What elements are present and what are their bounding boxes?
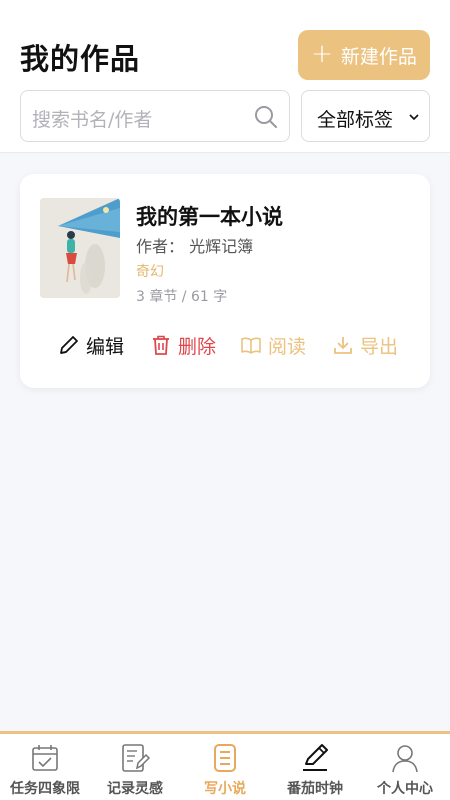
trash-icon	[153, 335, 169, 355]
pencil-icon	[60, 336, 78, 354]
book-stats: 3 章节 / 61 字	[136, 289, 228, 305]
tab-label: 个人中心	[377, 781, 433, 797]
search-icon[interactable]	[253, 104, 279, 130]
book-card[interactable]: 我的第一本小说 作者： 光辉记簿 奇幻 3 章节 / 61 字 编辑 删除 阅读…	[20, 174, 430, 388]
tab-write-novel[interactable]: 写小说	[180, 734, 270, 800]
tab-personal-center[interactable]: 个人中心	[360, 734, 450, 800]
read-button[interactable]: 阅读	[240, 330, 306, 360]
tab-label: 记录灵感	[107, 781, 163, 797]
tab-pomodoro[interactable]: 番茄时钟	[270, 734, 360, 800]
page-header: 我的作品 + 新建作品 搜索书名/作者 全部标签	[0, 0, 450, 153]
tab-task-quadrant[interactable]: 任务四象限	[0, 734, 90, 800]
genre-tag: 奇幻	[136, 264, 164, 280]
pencil-icon	[303, 744, 328, 771]
edit-button[interactable]: 编辑	[58, 330, 124, 360]
export-button[interactable]: 导出	[332, 330, 398, 360]
notebook-pen-icon	[122, 744, 151, 772]
bottom-tab-bar: 任务四象限 记录灵感 写小说 番茄时钟 个人中心	[0, 731, 450, 800]
page-title: 我的作品	[20, 42, 141, 76]
tab-label: 番茄时钟	[287, 781, 343, 797]
download-icon	[334, 337, 352, 354]
tab-record-inspiration[interactable]: 记录灵感	[90, 734, 180, 800]
book-cover-image	[40, 198, 120, 298]
new-work-label: 新建作品	[340, 45, 417, 68]
open-book-icon	[241, 337, 261, 354]
read-label: 阅读	[268, 335, 307, 358]
plus-icon: +	[311, 39, 333, 69]
chevron-down-icon	[409, 114, 419, 121]
author-label: 作者：	[136, 237, 185, 256]
person-icon	[392, 745, 418, 773]
author-name: 光辉记簿	[189, 237, 254, 256]
delete-label: 删除	[178, 335, 217, 358]
book-actions: 编辑 删除 阅读 导出	[20, 330, 430, 360]
book-author: 作者： 光辉记簿	[136, 233, 253, 257]
edit-label: 编辑	[86, 335, 125, 358]
search-placeholder: 搜索书名/作者	[32, 109, 153, 131]
book-title[interactable]: 我的第一本小说	[136, 201, 283, 231]
tag-filter-select[interactable]: 全部标签	[301, 90, 430, 142]
calendar-check-icon	[32, 745, 58, 771]
new-work-button[interactable]: + 新建作品	[298, 30, 430, 80]
tab-label: 任务四象限	[10, 781, 80, 797]
delete-button[interactable]: 删除	[150, 330, 216, 360]
search-input[interactable]: 搜索书名/作者	[20, 90, 290, 142]
tab-label: 写小说	[204, 781, 246, 797]
book-icon	[214, 744, 236, 772]
export-label: 导出	[360, 335, 399, 358]
tag-filter-value: 全部标签	[317, 109, 394, 131]
